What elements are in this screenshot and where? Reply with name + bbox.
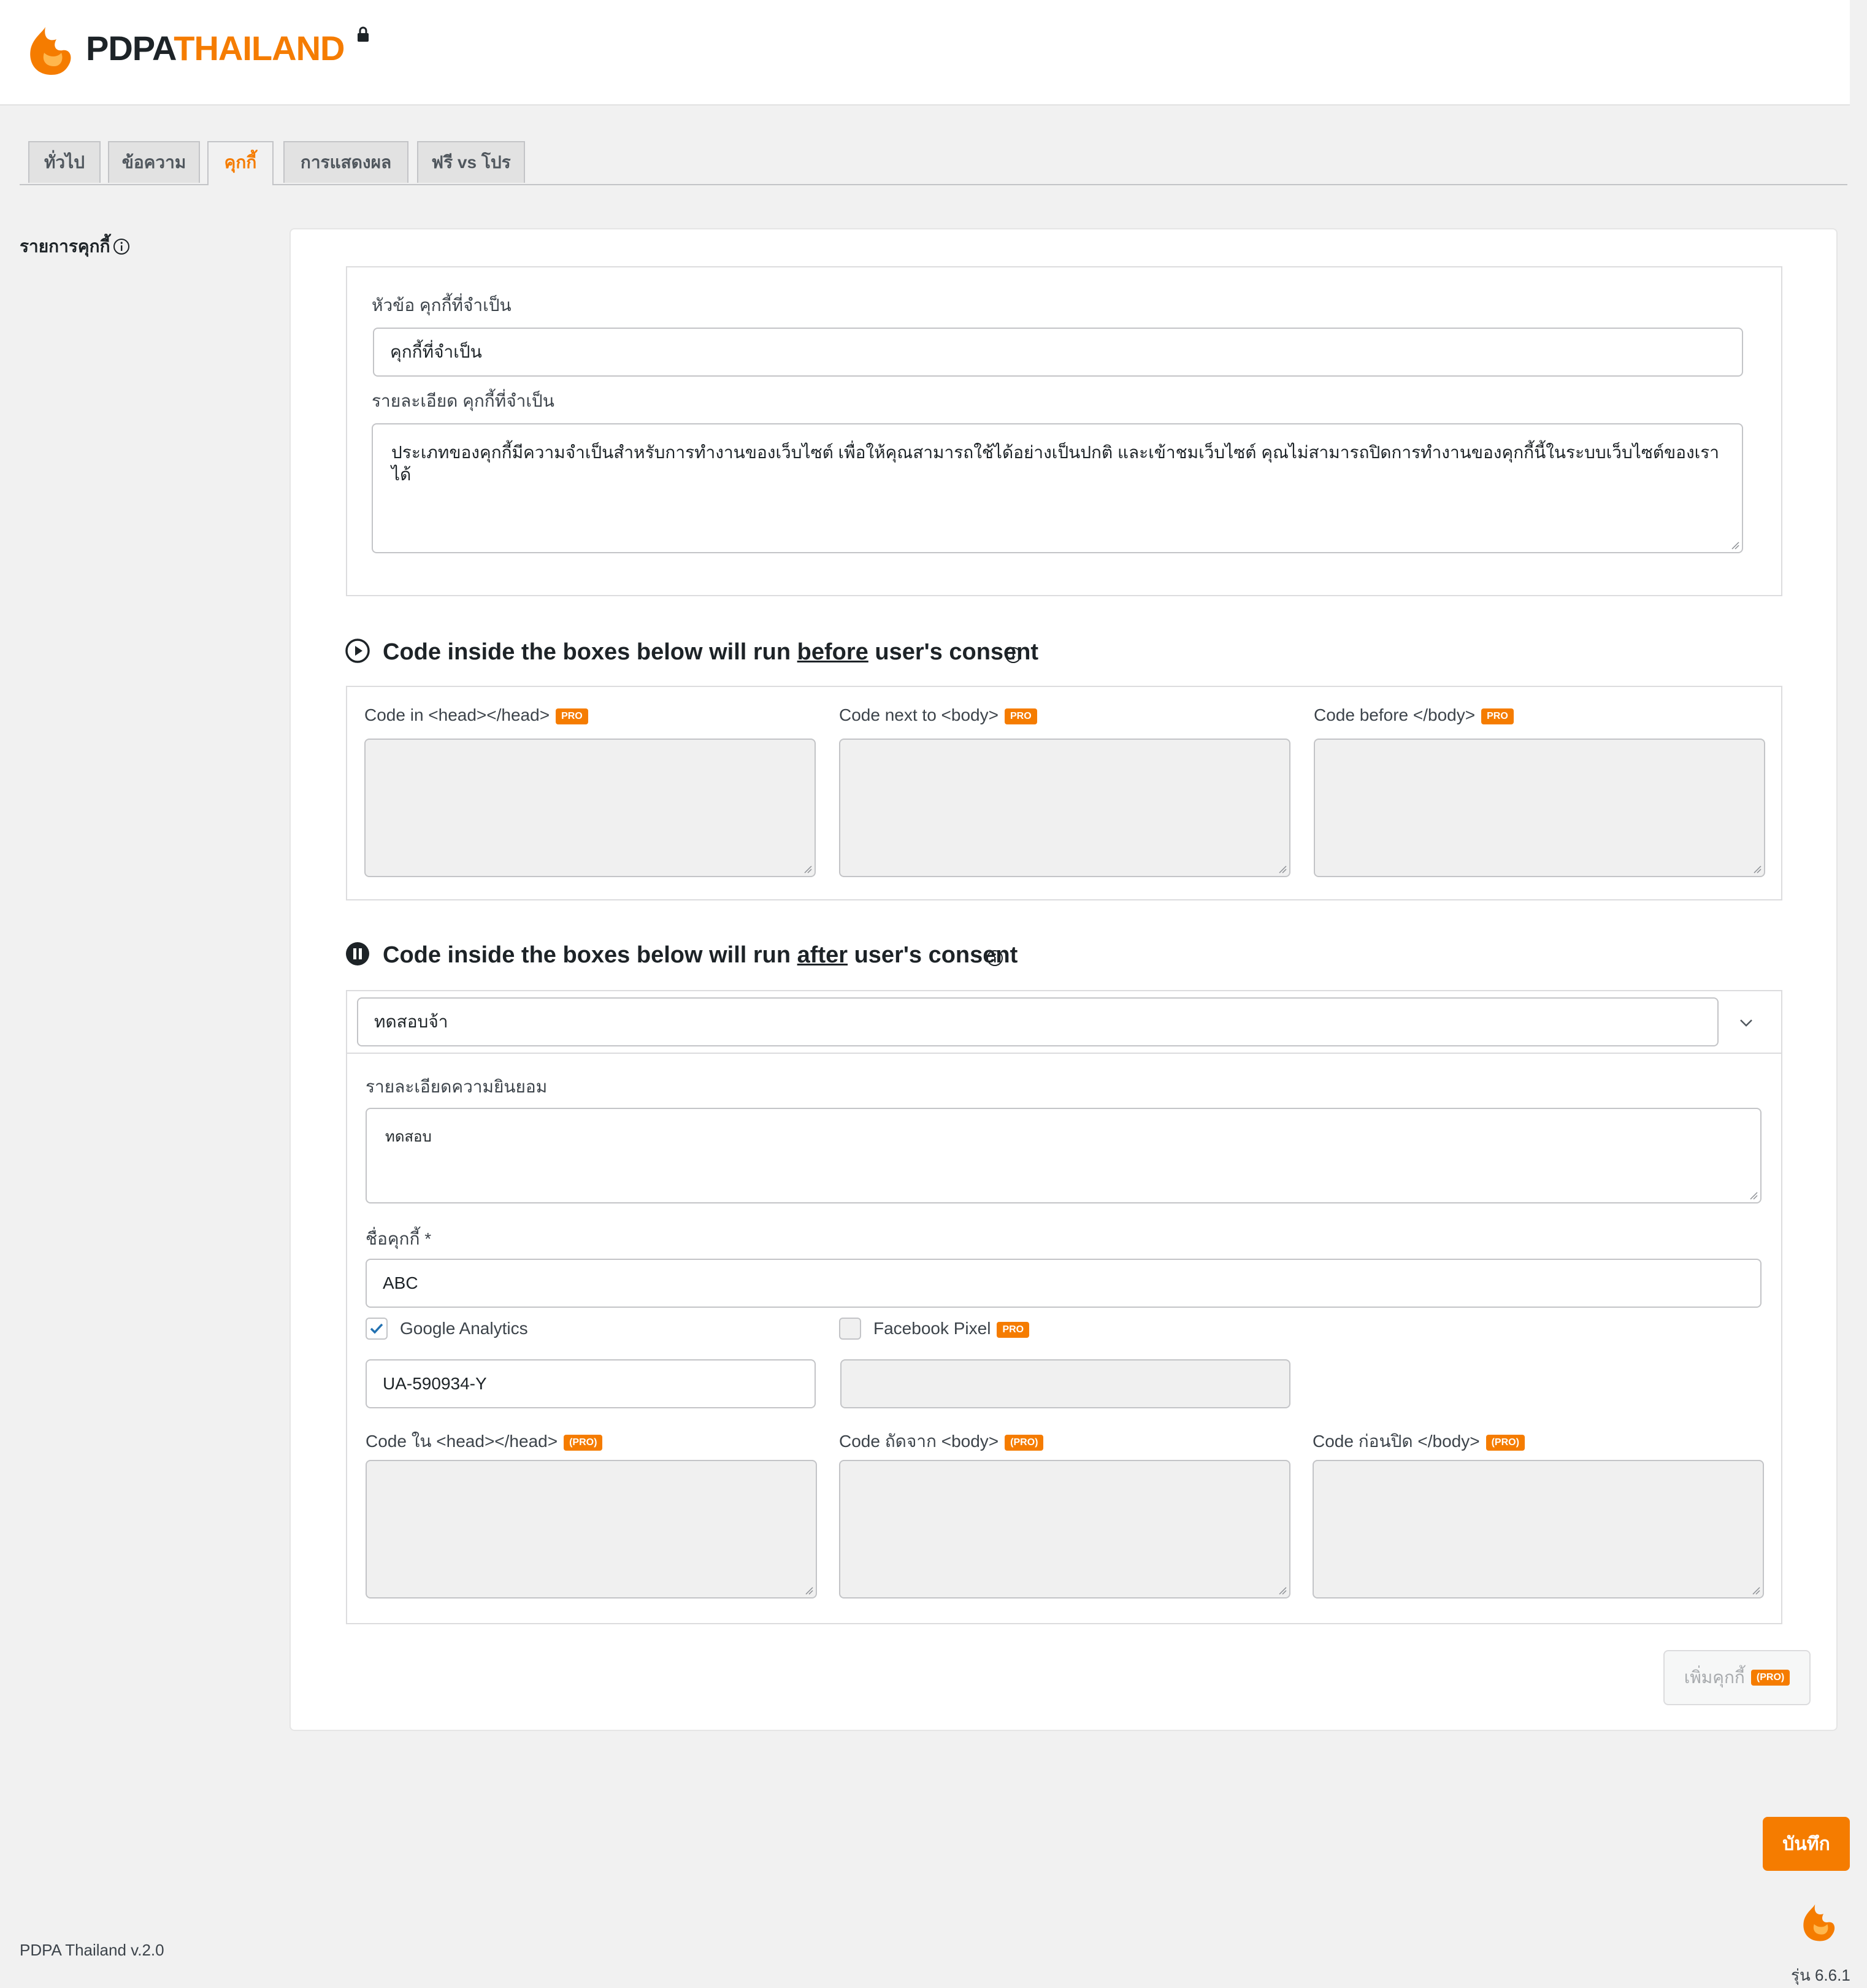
- resize-handle-icon[interactable]: [1753, 865, 1762, 873]
- tab-messages[interactable]: ข้อความ: [108, 141, 200, 183]
- lock-icon: [358, 26, 369, 42]
- after-code-body-close-label: Code ก่อนปิด </body> (PRO): [1313, 1428, 1525, 1455]
- info-icon[interactable]: [113, 238, 130, 255]
- top-header: PDPATHAILAND: [0, 0, 1850, 106]
- consent-desc-text: ทดสอบ: [385, 1129, 432, 1145]
- after-code-head-label: Code ใน <head></head> (PRO): [366, 1428, 603, 1455]
- necessary-desc-text: ประเภทของคุกกี้มีความจำเป็นสำหรับการทำงา…: [391, 443, 1719, 484]
- resize-handle-icon[interactable]: [803, 865, 812, 873]
- facebook-pixel-id-input[interactable]: [840, 1359, 1290, 1408]
- necessary-title-label: หัวข้อ คุกกี้ที่จำเป็น: [372, 296, 512, 315]
- save-button[interactable]: บันทึก: [1763, 1817, 1850, 1871]
- after-consent-panel: ทดสอบจ้า รายละเอียดความยินยอม ทดสอบ ชื่อ…: [346, 990, 1782, 1624]
- info-icon[interactable]: [986, 950, 1003, 967]
- necessary-cookie-panel: หัวข้อ คุกกี้ที่จำเป็น คุกกี้ที่จำเป็น ร…: [346, 266, 1782, 596]
- before-consent-panel: Code in <head></head> PRO Code next to <b…: [346, 686, 1782, 900]
- tab-general[interactable]: ทั่วไป: [28, 141, 101, 183]
- necessary-desc-textarea[interactable]: ประเภทของคุกกี้มีความจำเป็นสำหรับการทำงา…: [372, 423, 1743, 553]
- before-code-body-close-label: Code before </body> PRO: [1314, 705, 1514, 725]
- consent-desc-label: รายละเอียดความยินยอม: [366, 1077, 548, 1096]
- before-consent-title: Code inside the boxes below will run bef…: [383, 639, 1039, 665]
- add-cookie-label: เพิ่มคุกกี้: [1684, 1668, 1745, 1687]
- resize-handle-icon[interactable]: [1749, 1191, 1758, 1200]
- necessary-title-input[interactable]: คุกกี้ที่จำเป็น: [373, 328, 1743, 377]
- chevron-down-icon[interactable]: [1737, 1013, 1755, 1032]
- wp-version-text: รุ่น 6.6.1: [1791, 1966, 1850, 1984]
- add-cookie-button[interactable]: เพิ่มคุกกี้ (PRO): [1663, 1650, 1811, 1705]
- google-analytics-id-input[interactable]: UA-590934-Y: [366, 1359, 816, 1408]
- cookie-name-input[interactable]: ABC: [366, 1259, 1762, 1308]
- google-analytics-checkbox[interactable]: [366, 1318, 388, 1340]
- facebook-pixel-checkbox[interactable]: [839, 1318, 861, 1340]
- before-code-head-label: Code in <head></head> PRO: [364, 705, 588, 725]
- after-code-body-open-textarea[interactable]: [839, 1460, 1290, 1598]
- cookie-group-name-input[interactable]: ทดสอบจ้า: [357, 997, 1719, 1046]
- settings-tabs: ทั่วไป ข้อความ คุกกี้ การแสดงผล ฟรี vs โ…: [20, 141, 1847, 185]
- after-consent-title: Code inside the boxes below will run aft…: [383, 942, 1018, 968]
- window-edge: [1850, 0, 1867, 1988]
- resize-handle-icon[interactable]: [805, 1586, 813, 1595]
- before-code-body-open-textarea[interactable]: [839, 739, 1290, 877]
- resize-handle-icon[interactable]: [1278, 865, 1287, 873]
- tab-cookies[interactable]: คุกกี้: [207, 141, 274, 185]
- cookie-list-label: รายการคุกกี้: [20, 237, 110, 256]
- brand-logo-text: PDPATHAILAND: [86, 29, 345, 67]
- tab-free-vs-pro[interactable]: ฟรี vs โปร: [417, 141, 525, 183]
- necessary-desc-label: รายละเอียด คุกกี้ที่จำเป็น: [372, 391, 554, 410]
- pro-badge: (PRO): [1750, 1670, 1790, 1686]
- before-code-body-close-textarea[interactable]: [1314, 739, 1765, 877]
- fire-logo-icon: [1803, 1904, 1835, 1941]
- cookie-settings-card: หัวข้อ คุกกี้ที่จำเป็น คุกกี้ที่จำเป็น ร…: [289, 228, 1838, 1731]
- tab-display[interactable]: การแสดงผล: [283, 141, 408, 183]
- pause-circle-icon: [346, 942, 369, 965]
- before-code-body-open-label: Code next to <body> PRO: [839, 705, 1037, 725]
- google-analytics-label: Google Analytics: [400, 1319, 528, 1338]
- before-code-head-textarea[interactable]: [364, 739, 816, 877]
- cookie-name-label: ชื่อคุกกี้ *: [366, 1229, 432, 1248]
- consent-desc-textarea[interactable]: ทดสอบ: [366, 1108, 1762, 1203]
- info-icon[interactable]: [1005, 647, 1022, 664]
- fire-logo-icon: [30, 27, 71, 75]
- facebook-pixel-label: Facebook Pixel PRO: [873, 1319, 1030, 1338]
- after-code-head-textarea[interactable]: [366, 1460, 817, 1598]
- play-circle-icon: [345, 639, 370, 663]
- after-code-body-open-label: Code ถัดจาก <body> (PRO): [839, 1428, 1044, 1455]
- checkmark-icon: [370, 1323, 383, 1334]
- resize-handle-icon[interactable]: [1731, 541, 1739, 550]
- resize-handle-icon[interactable]: [1752, 1586, 1760, 1595]
- resize-handle-icon[interactable]: [1278, 1586, 1287, 1595]
- plugin-version-text: PDPA Thailand v.2.0: [20, 1941, 164, 1959]
- after-code-body-close-textarea[interactable]: [1313, 1460, 1764, 1598]
